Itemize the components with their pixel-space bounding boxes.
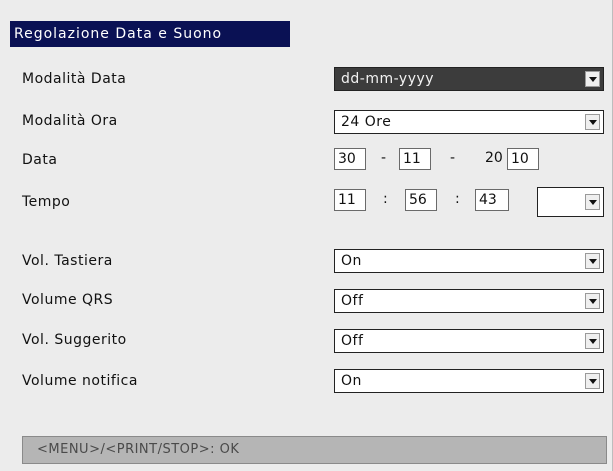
time-separator: : — [383, 191, 388, 207]
chevron-down-icon[interactable] — [585, 293, 600, 309]
time-minutes-field[interactable]: 56 — [405, 189, 437, 211]
status-bar: <MENU>/<PRINT/STOP>: OK — [22, 436, 607, 464]
date-mode-select[interactable]: dd-mm-yyyy — [334, 67, 604, 91]
time-hours-field[interactable]: 11 — [334, 189, 366, 211]
time-ampm-select[interactable] — [537, 187, 604, 217]
notify-volume-value: On — [341, 373, 362, 389]
qrs-volume-select[interactable]: Off — [334, 289, 604, 313]
keyboard-volume-value: On — [341, 253, 362, 269]
time-mode-label: Modalità Ora — [22, 113, 118, 129]
date-label: Data — [22, 152, 58, 168]
keyboard-volume-label: Vol. Tastiera — [22, 253, 113, 269]
date-mode-label: Modalità Data — [22, 71, 127, 87]
date-separator: - — [450, 150, 456, 166]
date-separator: - — [381, 150, 387, 166]
settings-dialog: Regolazione Data e Suono Modalità Data d… — [0, 0, 613, 471]
notify-volume-select[interactable]: On — [334, 369, 604, 393]
hint-volume-label: Vol. Suggerito — [22, 332, 127, 348]
time-seconds-field[interactable]: 43 — [475, 189, 509, 211]
date-mode-value: dd-mm-yyyy — [341, 71, 435, 87]
chevron-down-icon[interactable] — [585, 373, 600, 389]
time-mode-value: 24 Ore — [341, 114, 392, 130]
qrs-volume-value: Off — [341, 293, 364, 309]
chevron-down-icon[interactable] — [585, 253, 600, 269]
keyboard-volume-select[interactable]: On — [334, 249, 604, 273]
chevron-down-icon[interactable] — [585, 71, 600, 87]
qrs-volume-label: Volume QRS — [22, 292, 114, 308]
date-year-field[interactable]: 10 — [507, 148, 539, 170]
time-mode-select[interactable]: 24 Ore — [334, 110, 604, 134]
notify-volume-label: Volume notifica — [22, 373, 138, 389]
date-day-field[interactable]: 30 — [334, 148, 366, 170]
hint-volume-select[interactable]: Off — [334, 329, 604, 353]
hint-volume-value: Off — [341, 333, 364, 349]
chevron-down-icon[interactable] — [585, 194, 600, 210]
chevron-down-icon[interactable] — [585, 114, 600, 130]
time-label: Tempo — [22, 194, 71, 210]
chevron-down-icon[interactable] — [585, 333, 600, 349]
date-month-field[interactable]: 11 — [399, 148, 431, 170]
date-year-prefix: 20 — [485, 150, 503, 166]
time-separator: : — [455, 191, 460, 207]
window-title: Regolazione Data e Suono — [10, 21, 290, 47]
